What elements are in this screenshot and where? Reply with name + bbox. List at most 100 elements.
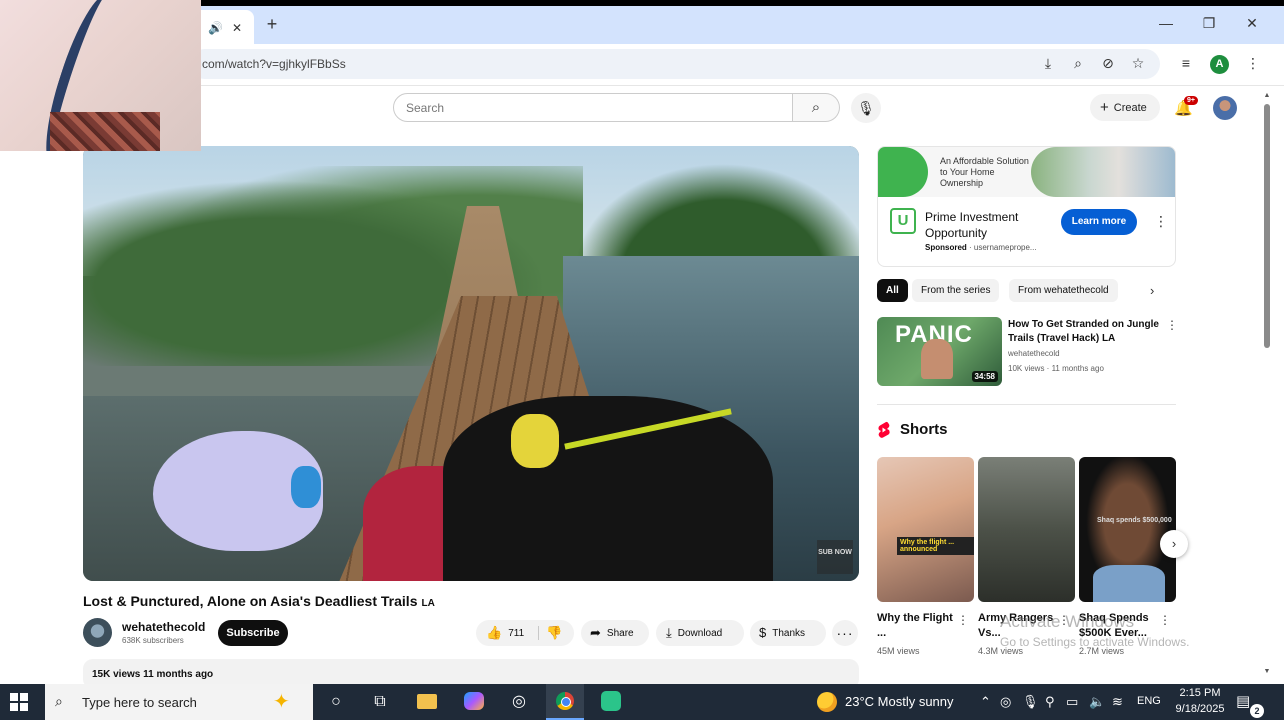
tray-microphone-icon[interactable]: 🎙 — [1022, 694, 1039, 710]
audio-playing-icon[interactable]: 🔊 — [208, 21, 223, 35]
related-video-channel[interactable]: wehatethecold — [1008, 349, 1060, 358]
search-placeholder: Search — [406, 101, 445, 115]
bookmark-star-icon[interactable]: ☆ — [1128, 55, 1148, 72]
channel-watermark-logo[interactable]: SUB NOW — [817, 540, 853, 574]
cortana-icon[interactable]: ○ — [317, 684, 355, 720]
windows-start-icon[interactable] — [10, 693, 28, 711]
short-title[interactable]: Why the Flight ... — [877, 611, 957, 641]
thanks-button[interactable]: $ Thanks — [750, 620, 826, 646]
weather-sun-icon[interactable] — [817, 692, 837, 712]
youtube-search-input[interactable]: Search — [393, 93, 793, 122]
chip-all[interactable]: All — [877, 279, 908, 302]
short-thumbnail[interactable]: Why the flight ... announced — [877, 457, 974, 602]
like-button[interactable]: 👍 711 — [486, 620, 524, 647]
chip-from-the-series[interactable]: From the series — [912, 279, 1000, 302]
webcam-patterned-cloth — [50, 112, 160, 151]
thumbs-up-icon: 👍 — [486, 625, 503, 640]
window-restore-button[interactable]: ❐ — [1197, 15, 1221, 32]
ad-banner[interactable]: An Affordable Solution to Your Home Owne… — [878, 147, 1175, 197]
tray-app-icon[interactable]: ◎ — [1000, 694, 1011, 710]
short-thumbnail[interactable] — [978, 457, 1075, 602]
sidebar-divider — [877, 404, 1176, 405]
taskbar-clock-date[interactable]: 9/18/2025 — [1170, 703, 1230, 715]
copilot-icon[interactable] — [455, 684, 493, 720]
screen: 🔊 ✕ + — ❐ ✕ com/watch?v=gjhkylFBbSs ⤓ ⌕ … — [0, 0, 1284, 720]
create-label: Create — [1113, 102, 1147, 114]
url-text[interactable]: com/watch?v=gjhkylFBbSs — [202, 57, 346, 71]
channel-name[interactable]: wehatethecold — [122, 620, 205, 634]
media-controls-icon[interactable]: ≡ — [1176, 55, 1196, 71]
ad-banner-photo — [1031, 147, 1175, 197]
notifications-badge: 9+ — [1184, 96, 1198, 105]
chip-from-channel[interactable]: From wehatethecold — [1009, 279, 1118, 302]
advertiser-logo[interactable]: U — [890, 208, 916, 234]
install-app-icon[interactable]: ⤓ — [1038, 55, 1058, 72]
notification-center-icon[interactable]: ▤ — [1236, 692, 1250, 710]
input-language[interactable]: ENG — [1137, 695, 1161, 707]
new-tab-button[interactable]: + — [262, 14, 282, 35]
related-video-title[interactable]: How To Get Stranded on Jungle Trails (Tr… — [1008, 318, 1168, 346]
tray-battery-icon[interactable]: ▭ — [1066, 694, 1078, 710]
thumbs-down-icon: 👎 — [546, 625, 563, 640]
search-highlight-icon[interactable]: ✦ — [273, 689, 290, 714]
sponsored-ad-card[interactable]: An Affordable Solution to Your Home Owne… — [877, 146, 1176, 267]
taskbar-clock-time[interactable]: 2:15 PM — [1175, 687, 1225, 699]
like-dislike-group: 👍 711 👎 — [476, 620, 574, 646]
related-video-thumbnail[interactable]: PANIC 34:58 — [877, 317, 1002, 386]
video-title-badge: LA — [421, 598, 435, 609]
tray-chevron-up-icon[interactable]: ⌃ — [980, 694, 991, 710]
scroll-up-arrow-icon[interactable]: ▲ — [1261, 92, 1273, 99]
more-actions-button[interactable]: ··· — [832, 620, 858, 646]
browser-profile-avatar[interactable]: A — [1210, 55, 1229, 74]
scrollbar-thumb[interactable] — [1264, 104, 1270, 348]
learn-more-button[interactable]: Learn more — [1061, 209, 1137, 235]
tray-location-icon[interactable]: ⚲ — [1045, 694, 1055, 710]
subscribe-button[interactable]: Subscribe — [218, 620, 288, 646]
tray-wifi-icon[interactable]: ≋ — [1112, 694, 1123, 710]
ad-options-icon[interactable]: ⋮ — [1154, 213, 1168, 230]
short-options-icon[interactable]: ⋮ — [957, 613, 969, 627]
address-bar[interactable]: com/watch?v=gjhkylFBbSs ⤓ ⌕ ⊘ ☆ — [190, 49, 1160, 79]
file-explorer-icon[interactable] — [408, 684, 446, 720]
window-minimize-button[interactable]: — — [1154, 15, 1178, 31]
scroll-down-arrow-icon[interactable]: ▼ — [1261, 668, 1273, 675]
dislike-button[interactable]: 👎 — [546, 620, 562, 646]
taskbar-search-placeholder: Type here to search — [82, 695, 197, 710]
video-frame-motorbike — [443, 396, 773, 581]
search-button[interactable]: ⌕ — [793, 93, 840, 122]
taskbar-search-input[interactable]: ⌕ Type here to search ✦ — [45, 684, 313, 720]
search-icon: ⌕ — [811, 99, 821, 116]
tray-volume-icon[interactable]: 🔈 — [1089, 694, 1105, 710]
microphone-icon: 🎙 — [857, 100, 875, 116]
shorts-next-arrow-icon[interactable]: › — [1160, 530, 1188, 558]
tracking-protection-icon[interactable]: ⊘ — [1098, 55, 1118, 72]
sponsored-label: Sponsored — [925, 243, 967, 252]
ad-banner-text: An Affordable Solution to Your Home Owne… — [940, 156, 1029, 188]
views-and-date: 15K views 11 months ago — [92, 669, 214, 680]
download-button[interactable]: ⤓ Download — [656, 620, 744, 646]
channel-avatar[interactable] — [83, 618, 112, 647]
video-player[interactable]: SUB NOW — [83, 146, 859, 581]
voice-search-button[interactable]: 🎙 — [851, 93, 881, 123]
tab-close-icon[interactable]: ✕ — [232, 21, 242, 35]
related-video-options-icon[interactable]: ⋮ — [1166, 318, 1178, 332]
short-options-icon[interactable]: ⋮ — [1159, 613, 1171, 627]
like-divider — [538, 626, 539, 640]
create-button[interactable]: + Create — [1090, 94, 1160, 121]
short-views: 45M views — [877, 646, 920, 656]
chrome-taskbar-icon[interactable] — [546, 684, 584, 720]
ad-title[interactable]: Prime Investment Opportunity — [925, 209, 1043, 241]
page-scrollbar[interactable]: ▲ ▼ — [1261, 86, 1273, 684]
task-view-icon[interactable]: ⧉ — [361, 684, 399, 720]
short-thumbnail[interactable]: Shaq spends $500,000 — [1079, 457, 1176, 602]
screen-recorder-icon[interactable]: ◎ — [500, 684, 538, 720]
zoom-icon[interactable]: ⌕ — [1068, 55, 1088, 72]
chevron-right-icon[interactable]: › — [1150, 283, 1154, 298]
share-button[interactable]: ➦ Share — [581, 620, 649, 646]
green-app-icon[interactable] — [592, 684, 630, 720]
ad-banner-green-shape — [878, 147, 928, 197]
window-close-button[interactable]: ✕ — [1240, 15, 1264, 32]
browser-menu-icon[interactable]: ⋮ — [1243, 55, 1263, 72]
youtube-account-avatar[interactable] — [1213, 96, 1237, 120]
weather-text[interactable]: 23°C Mostly sunny — [845, 694, 954, 709]
